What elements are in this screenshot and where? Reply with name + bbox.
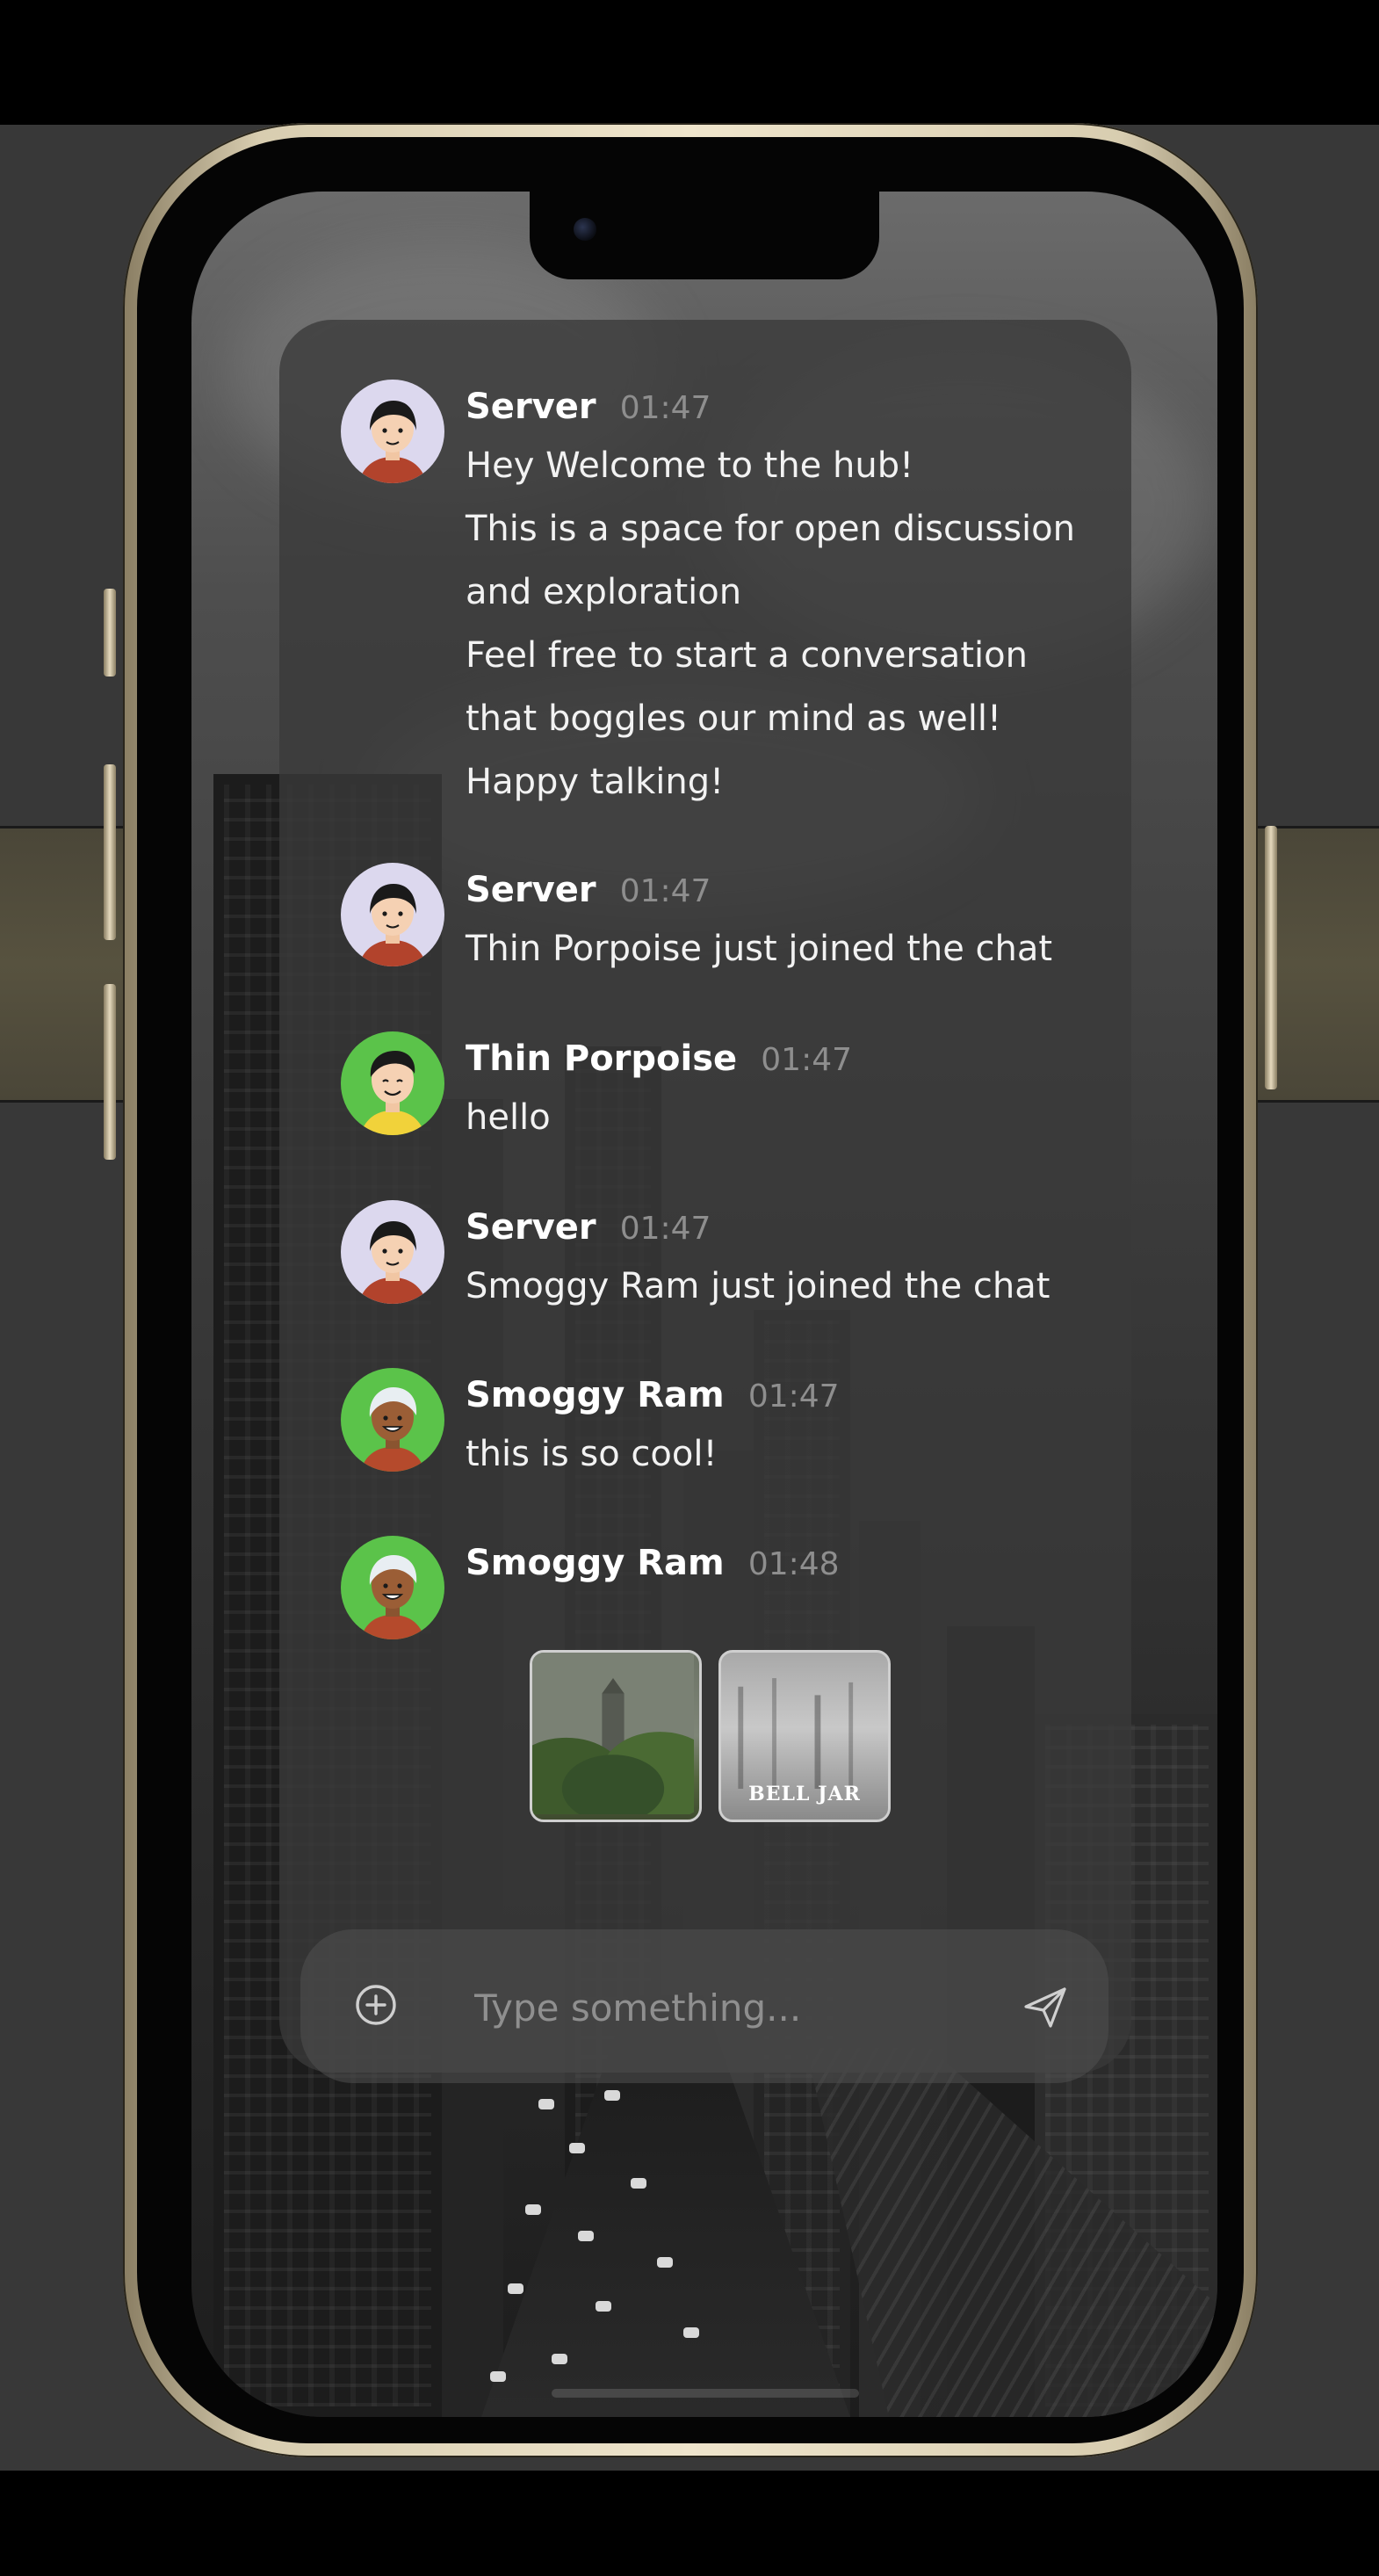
smoggy-ram-avatar[interactable] [341,1536,444,1639]
server-avatar[interactable] [341,1200,444,1304]
sender-name: Server [466,1207,596,1248]
notch [530,192,879,279]
smoggy-ram-avatar[interactable] [341,1368,444,1472]
message-line: Happy talking! [466,762,725,802]
message-time: 01:47 [747,1378,840,1415]
sender-name: Thin Porpoise [466,1038,738,1079]
send-icon[interactable] [1019,1980,1072,2033]
message-composer [300,1929,1108,2083]
message-time: 01:47 [619,873,711,909]
server-avatar[interactable] [341,380,444,483]
home-indicator [552,2389,859,2398]
message-line: Smoggy Ram just joined the chat [466,1266,1050,1306]
image-caption: BELL JAR [748,1783,861,1805]
image-attachment[interactable]: BELL JAR [718,1650,891,1822]
message-time: 01:47 [619,1211,711,1247]
mute-switch [104,589,116,677]
top-backdrop [0,0,1379,125]
message-input[interactable] [473,1972,986,2044]
phone-screen: Server 01:47 Hey Welcome to the hub! Thi… [191,192,1217,2417]
chat-panel: Server 01:47 Hey Welcome to the hub! Thi… [279,320,1131,2073]
bottom-backdrop [0,2471,1379,2576]
phone-frame: Server 01:47 Hey Welcome to the hub! Thi… [104,123,1277,2457]
volume-up-button [104,764,116,940]
plus-circle-icon[interactable] [353,1982,399,2028]
server-avatar[interactable] [341,863,444,966]
message-line: This is a space for open discussion [466,509,1075,549]
thin-porpoise-avatar[interactable] [341,1031,444,1135]
message-line: that boggles our mind as well! [466,698,1002,739]
message-line: Hey Welcome to the hub! [466,445,914,486]
message-time: 01:47 [619,390,711,426]
message-time: 01:47 [761,1042,853,1078]
front-camera [574,218,596,241]
message-line: this is so cool! [466,1434,718,1474]
sender-name: Server [466,387,596,427]
sender-name: Smoggy Ram [466,1375,725,1415]
power-button [1265,826,1277,1089]
volume-down-button [104,984,116,1160]
sender-name: Server [466,870,596,910]
sender-name: Smoggy Ram [466,1543,725,1583]
message-line: and exploration [466,572,742,612]
message-line: Feel free to start a conversation [466,635,1028,676]
image-attachment[interactable] [530,1650,702,1822]
message-line: hello [466,1097,551,1138]
message-time: 01:48 [747,1546,840,1582]
image-attachments: BELL JAR [341,1650,1096,1822]
phone-bezel: Server 01:47 Hey Welcome to the hub! Thi… [137,137,1244,2443]
message-line: Thin Porpoise just joined the chat [466,929,1053,969]
